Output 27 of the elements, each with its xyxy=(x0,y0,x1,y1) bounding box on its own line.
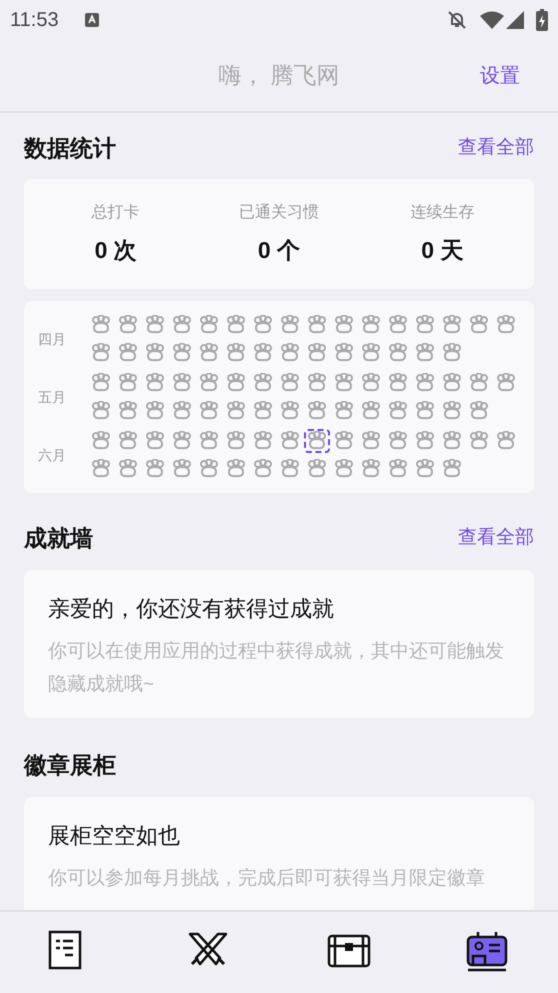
section-title: 成就墙 xyxy=(24,524,93,553)
month-label: 四月 xyxy=(38,330,67,348)
month-label: 六月 xyxy=(38,446,67,464)
month-label: 五月 xyxy=(38,388,67,406)
section-title: 徽章展柜 xyxy=(24,750,116,780)
stat-label: 总打卡 xyxy=(92,202,140,223)
status-time: 11:53 xyxy=(10,8,59,33)
stat-value: 0 天 xyxy=(421,236,464,265)
card-heading: 亲爱的，你还没有获得过成就 xyxy=(48,595,335,623)
stat-value: 0 个 xyxy=(258,236,300,265)
muted-bell-icon xyxy=(446,9,468,31)
wifi-icon xyxy=(480,11,504,29)
battery-charging-icon xyxy=(536,9,548,31)
view-all-link[interactable]: 查看全部 xyxy=(458,134,534,162)
card-description: 你可以参加每月挑战，完成后即可获得当月限定徽章 xyxy=(48,867,486,891)
view-all-link[interactable]: 查看全部 xyxy=(458,524,534,552)
stat-label: 连续生存 xyxy=(410,202,474,223)
stat-label: 已通关习惯 xyxy=(238,202,319,223)
signal-icon xyxy=(506,11,524,29)
card-heading: 展柜空空如也 xyxy=(48,822,181,850)
header-title: 嗨， 腾飞网 xyxy=(218,61,340,90)
keyboard-icon xyxy=(84,13,99,27)
stat-value: 0 次 xyxy=(94,236,137,265)
paw-day-icon[interactable] xyxy=(304,429,330,453)
settings-link[interactable]: 设置 xyxy=(480,60,520,90)
card-description: 你可以在使用应用的过程中获得成就，其中还可能触发隐藏成就哦~ xyxy=(48,640,505,697)
section-title: 数据统计 xyxy=(24,134,116,163)
